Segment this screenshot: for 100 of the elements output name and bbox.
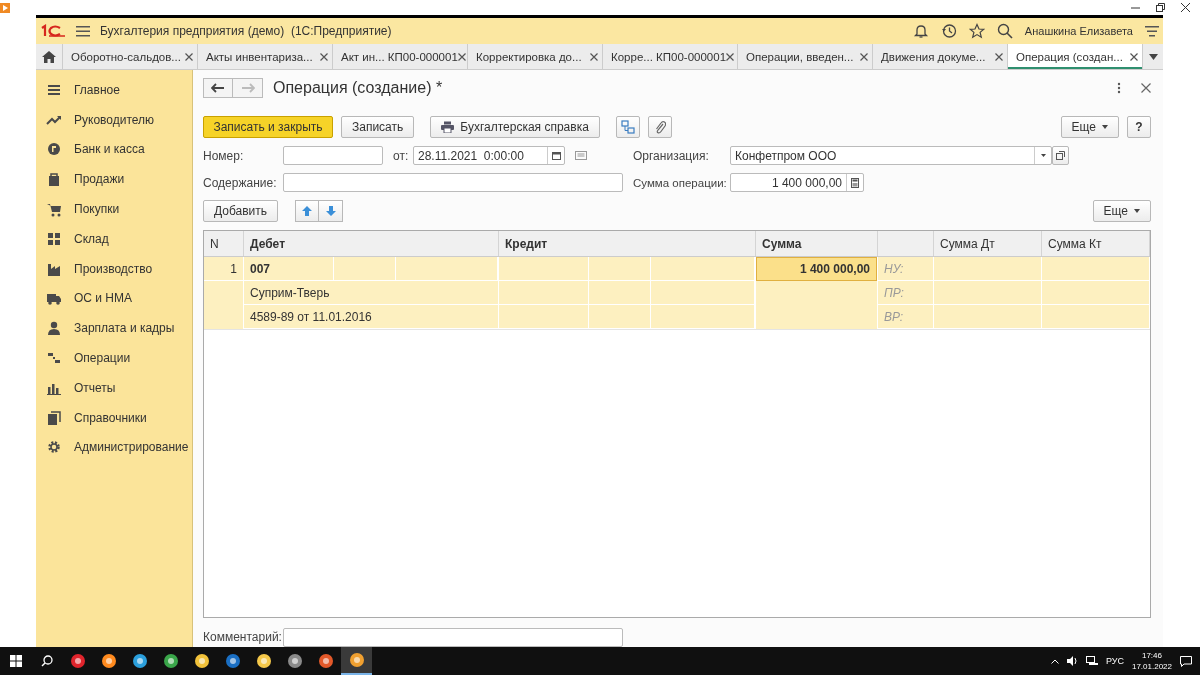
grid-icon [46, 230, 62, 247]
app-icon [100, 653, 117, 669]
table-cell: ПР: [878, 281, 933, 305]
table-cell: 4589-89 от 11.01.2016 [244, 305, 498, 329]
search-icon [996, 23, 1013, 39]
sidebar-item[interactable]: Банк и касса [36, 134, 192, 165]
arrow-down-icon [324, 205, 337, 217]
sidebar-item[interactable]: Руководителю [36, 104, 192, 135]
app-icon [224, 653, 241, 669]
logo-icon [40, 24, 66, 38]
column-header[interactable]: Сумма Дт [934, 231, 1042, 256]
app-icon [286, 653, 303, 669]
report-button[interactable]: Бухгалтерская справка [430, 116, 600, 138]
close-icon [1141, 83, 1151, 93]
sidebar-item[interactable]: Главное [36, 75, 192, 105]
content-field[interactable] [283, 173, 623, 192]
column-header[interactable]: Дебет [244, 231, 499, 256]
restore-icon [1156, 3, 1165, 12]
star-icon [968, 23, 985, 39]
table-row[interactable]: 1 007 Суприм-Тверь 4589-89 от 11.01.2016 1 400 000,00 НУ: ПР: ВР: [204, 257, 1150, 330]
chevron-up-icon [1050, 658, 1059, 664]
save-button[interactable]: Записать [341, 116, 415, 138]
windows-icon [9, 655, 22, 667]
sidebar-item[interactable]: Покупки [36, 194, 192, 224]
menu-icon [76, 25, 90, 37]
field-label: Содержание: [203, 175, 278, 190]
more-button[interactable]: Еще [1092, 200, 1151, 222]
field-label: от: [393, 148, 410, 163]
date-field[interactable]: 28.11.2021 0:00:00 [413, 146, 565, 165]
bag-icon [46, 171, 62, 188]
history-icon [940, 23, 957, 39]
books-icon [46, 409, 62, 426]
sidebar-item[interactable]: Отчеты [36, 372, 192, 403]
sidebar-item[interactable]: Зарплата и кадры [36, 313, 192, 344]
arrow-left-icon [211, 83, 225, 93]
app-icon [317, 653, 334, 669]
user-name[interactable]: Анашкина Елизавета [1024, 25, 1133, 37]
app-icon [69, 653, 86, 669]
table-cell: Суприм-Тверь [244, 281, 498, 305]
arrow-right-icon [240, 83, 255, 93]
table-cell: 007 [244, 257, 334, 280]
save-and-close-button[interactable]: Записать и закрыть [203, 116, 333, 138]
caret-icon [1134, 209, 1140, 213]
attach-button[interactable] [647, 116, 672, 138]
list-icon [575, 151, 587, 160]
clock[interactable]: 17:46 17.01.2022 [1131, 650, 1172, 672]
close-icon [457, 52, 466, 61]
field-label: Сумма операции: [633, 176, 727, 189]
app-icon [131, 653, 148, 669]
structure-button[interactable] [615, 116, 640, 138]
close-icon [320, 52, 328, 61]
field-label: Организация: [633, 148, 710, 163]
comment-field[interactable] [283, 627, 623, 647]
close-icon [1130, 52, 1138, 61]
table-cell: ВР: [878, 305, 933, 329]
sidebar-item[interactable]: Продажи [36, 164, 192, 195]
open-button[interactable] [1052, 146, 1069, 165]
speaker-icon [1066, 656, 1078, 666]
tab[interactable]: Операция (создан... [1008, 44, 1143, 69]
language-indicator[interactable]: РУС [1105, 656, 1124, 666]
calculator-icon [851, 177, 859, 188]
add-button[interactable]: Добавить [203, 200, 279, 222]
bell-icon [912, 23, 929, 39]
close-icon [185, 52, 193, 61]
menu-icon [1145, 24, 1159, 38]
table-cell[interactable]: 1 400 000,00 [756, 257, 877, 281]
help-button[interactable]: ? [1127, 116, 1151, 138]
sidebar-item[interactable]: ОС и НМА [36, 283, 192, 314]
form-title: Операция (создание) * [273, 79, 444, 97]
column-header[interactable]: Кредит [499, 231, 756, 256]
home-icon [42, 50, 56, 63]
column-header[interactable]: Сумма Кт [1042, 231, 1150, 256]
close-icon [590, 52, 598, 61]
taskbar-app[interactable] [341, 647, 372, 675]
move-down-button[interactable] [319, 200, 344, 222]
column-header[interactable]: N [204, 231, 244, 256]
amount-field[interactable]: 1 400 000,00 [730, 173, 864, 192]
calendar-icon [551, 151, 561, 160]
paperclip-icon [653, 120, 666, 134]
arrow-up-icon [301, 205, 314, 217]
person-icon [46, 320, 62, 337]
sidebar-item[interactable]: Операции [36, 343, 192, 373]
table-cell: НУ: [878, 257, 933, 281]
move-up-button[interactable] [295, 200, 320, 222]
notification-icon [1180, 655, 1192, 667]
close-icon [726, 52, 735, 61]
app-icon [193, 653, 210, 669]
column-header[interactable]: Сумма [756, 231, 878, 256]
settings-icon [46, 439, 62, 456]
more-button[interactable]: Еще [1060, 116, 1119, 138]
sidebar-item[interactable]: Склад [36, 224, 192, 254]
number-field[interactable] [283, 146, 383, 165]
dropdown-icon [1148, 53, 1158, 60]
organization-field[interactable]: Конфетпром ООО [730, 146, 1052, 165]
kebab-icon [1117, 82, 1121, 94]
sidebar-item[interactable]: Справочники [36, 402, 192, 433]
back-button[interactable] [203, 78, 233, 98]
sidebar-item[interactable]: Производство [36, 253, 192, 284]
open-icon [1056, 151, 1065, 160]
sidebar-item[interactable]: Администрирование [36, 432, 192, 463]
